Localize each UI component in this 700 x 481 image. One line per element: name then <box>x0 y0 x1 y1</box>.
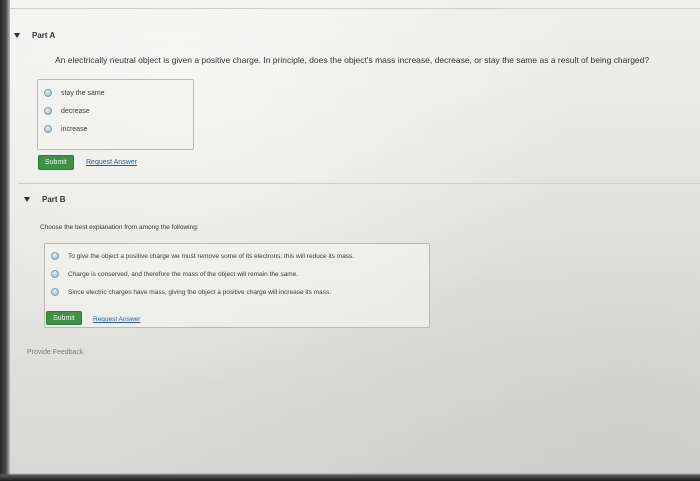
radio-icon[interactable] <box>44 89 52 97</box>
top-divider <box>10 8 700 9</box>
part-a-submit-button[interactable]: Submit <box>38 155 74 170</box>
part-b-title: Part B <box>42 195 66 204</box>
option-label: increase <box>61 125 88 133</box>
screen-glare <box>0 0 700 481</box>
radio-icon[interactable] <box>44 107 52 115</box>
part-b-submit-button[interactable]: Submit <box>46 311 82 325</box>
option-label: stay the same <box>61 89 105 97</box>
part-a-header[interactable]: Part A <box>14 31 55 40</box>
part-b-question: Choose the best explanation from among t… <box>40 224 199 231</box>
part-a-option[interactable]: increase <box>44 120 105 138</box>
part-a-request-answer-link[interactable]: Request Answer <box>86 159 137 166</box>
option-label: Charge is conserved, and therefore the m… <box>68 270 299 278</box>
part-divider <box>18 183 700 184</box>
radio-icon[interactable] <box>51 270 59 278</box>
collapse-caret-icon[interactable] <box>24 197 30 202</box>
part-b-option[interactable]: Since electric charges have mass, giving… <box>51 283 354 301</box>
monitor-bezel-bottom <box>0 473 700 481</box>
option-label: Since electric charges have mass, giving… <box>68 288 332 296</box>
part-b-header[interactable]: Part B <box>24 195 66 204</box>
radio-icon[interactable] <box>51 288 59 296</box>
part-a-question: An electrically neutral object is given … <box>55 55 650 65</box>
collapse-caret-icon[interactable] <box>14 33 20 38</box>
radio-icon[interactable] <box>51 252 59 260</box>
part-a-option[interactable]: stay the same <box>44 84 105 102</box>
part-a-options: stay the same decrease increase <box>37 79 194 150</box>
part-a-option[interactable]: decrease <box>44 102 105 120</box>
option-label: decrease <box>61 107 90 115</box>
radio-icon[interactable] <box>44 125 52 133</box>
monitor-bezel-left <box>0 0 10 481</box>
provide-feedback-link[interactable]: Provide Feedback <box>27 349 83 356</box>
option-label: To give the object a positive charge we … <box>68 252 355 260</box>
part-a-title: Part A <box>32 31 56 40</box>
part-b-request-answer-link[interactable]: Request Answer <box>93 316 140 323</box>
part-b-option[interactable]: To give the object a positive charge we … <box>51 247 354 265</box>
part-b-option[interactable]: Charge is conserved, and therefore the m… <box>51 265 354 283</box>
